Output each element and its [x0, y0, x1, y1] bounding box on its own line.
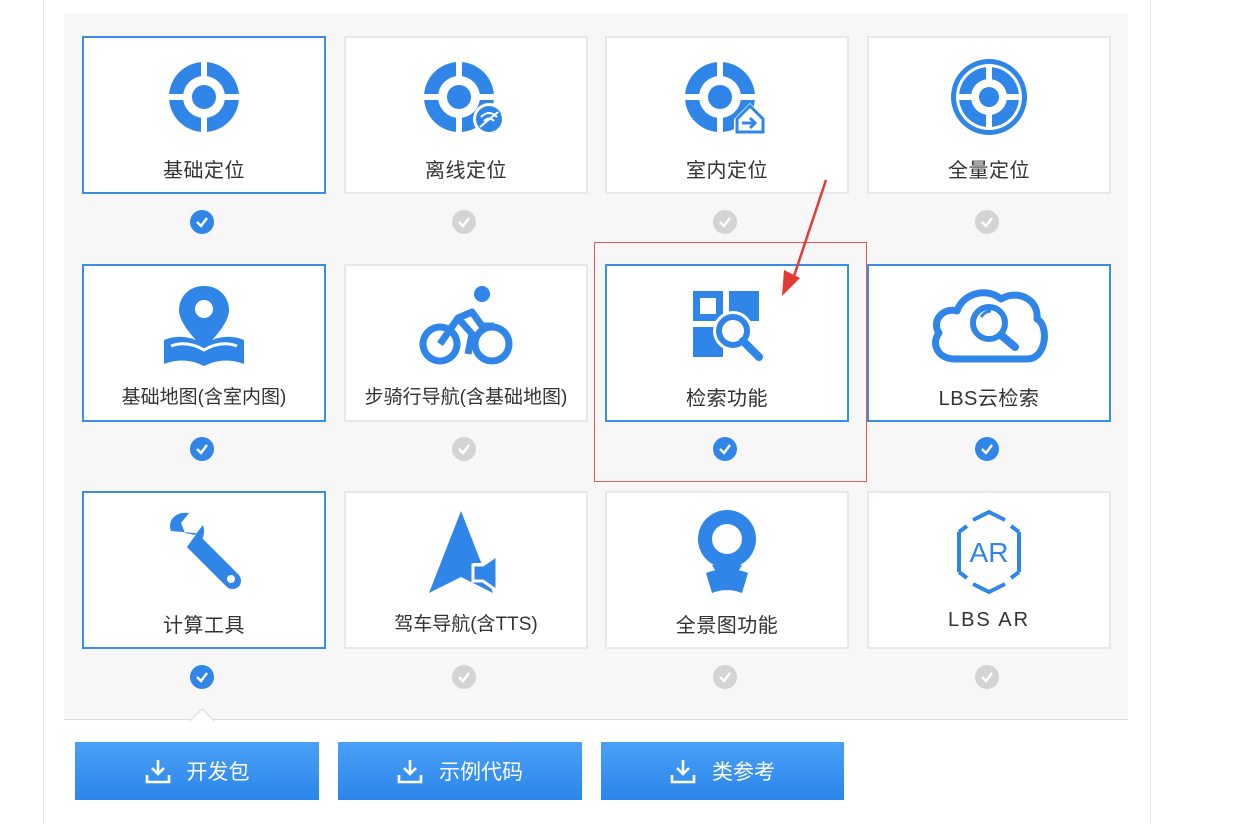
download-icon	[670, 758, 696, 784]
download-class-reference-button[interactable]: 类参考	[601, 742, 844, 800]
download-icon	[145, 758, 171, 784]
download-icon	[397, 758, 423, 784]
feature-label: 基础定位	[163, 160, 245, 182]
feature-card-indoor-location[interactable]: 室内定位	[605, 36, 849, 194]
location-target-icon	[84, 52, 324, 142]
feature-label: 全景图功能	[675, 615, 779, 637]
checkmark-icon	[458, 444, 470, 455]
ar-hexagon-icon: AR	[869, 507, 1109, 597]
feature-label: 离线定位	[425, 160, 507, 182]
indoor-location-icon	[607, 52, 847, 142]
svg-text:AR: AR	[970, 537, 1009, 568]
full-location-icon	[869, 52, 1109, 142]
feature-check-lbs-ar[interactable]	[975, 665, 999, 689]
checkmark-icon	[458, 217, 470, 228]
feature-card-basic-location[interactable]: 基础定位	[82, 36, 326, 194]
checkmark-icon	[196, 217, 208, 228]
feature-label: 计算工具	[163, 615, 245, 637]
feature-card-lbs-ar[interactable]: AR LBS AR	[867, 491, 1111, 649]
feature-label: 基础地图(含室内图)	[121, 387, 287, 408]
feature-check-offline-location[interactable]	[452, 210, 476, 234]
feature-check-basic-location[interactable]	[190, 210, 214, 234]
checkmark-icon	[196, 672, 208, 683]
feature-check-panorama[interactable]	[713, 665, 737, 689]
annotation-arrow-icon	[782, 179, 828, 296]
feature-check-indoor-location[interactable]	[713, 210, 737, 234]
feature-check-bike-walk-navigation[interactable]	[452, 437, 476, 461]
feature-check-basic-map[interactable]	[190, 437, 214, 461]
feature-card-drive-navigation[interactable]: 驾车导航(含TTS)	[344, 491, 588, 649]
feature-check-lbs-cloud-search[interactable]	[975, 437, 999, 461]
feature-card-offline-location[interactable]: 离线定位	[344, 36, 588, 194]
download-sample-code-button[interactable]: 示例代码	[338, 742, 582, 800]
feature-card-bike-walk-navigation[interactable]: 步骑行导航(含基础地图)	[344, 264, 588, 422]
panorama-pin-icon	[607, 507, 847, 597]
offline-location-icon	[346, 52, 586, 142]
download-class-reference-label: 类参考	[712, 761, 775, 784]
cyclist-icon	[346, 280, 586, 370]
wrench-icon	[84, 507, 324, 597]
feature-check-full-location[interactable]	[975, 210, 999, 234]
checkmark-icon	[719, 217, 731, 228]
feature-label: LBS云检索	[938, 388, 1040, 410]
feature-card-calc-tools[interactable]: 计算工具	[82, 491, 326, 649]
feature-check-drive-navigation[interactable]	[452, 665, 476, 689]
checkmark-icon	[196, 444, 208, 455]
download-sdk-button[interactable]: 开发包	[75, 742, 319, 800]
drive-navigation-icon	[346, 507, 586, 597]
feature-label: 步骑行导航(含基础地图)	[364, 387, 568, 408]
checkmark-icon	[981, 444, 993, 455]
download-sdk-label: 开发包	[186, 761, 250, 784]
left-border	[43, 0, 44, 824]
checkmark-icon	[458, 672, 470, 683]
map-pin-icon	[84, 280, 324, 370]
panel-divider	[64, 719, 1128, 720]
checkmark-icon	[719, 672, 731, 683]
feature-card-basic-map[interactable]: 基础地图(含室内图)	[82, 264, 326, 422]
right-border	[1150, 0, 1151, 824]
feature-card-full-location[interactable]: 全量定位	[867, 36, 1111, 194]
feature-label: 全量定位	[948, 160, 1030, 182]
feature-check-calc-tools[interactable]	[190, 665, 214, 689]
download-sample-code-label: 示例代码	[439, 761, 523, 784]
cloud-search-icon	[869, 280, 1109, 370]
feature-card-lbs-cloud-search[interactable]: LBS云检索	[867, 264, 1111, 422]
feature-label: 驾车导航(含TTS)	[394, 614, 538, 635]
feature-card-panorama[interactable]: 全景图功能	[605, 491, 849, 649]
checkmark-icon	[981, 672, 993, 683]
feature-label: LBS AR	[947, 609, 1031, 631]
checkmark-icon	[981, 217, 993, 228]
